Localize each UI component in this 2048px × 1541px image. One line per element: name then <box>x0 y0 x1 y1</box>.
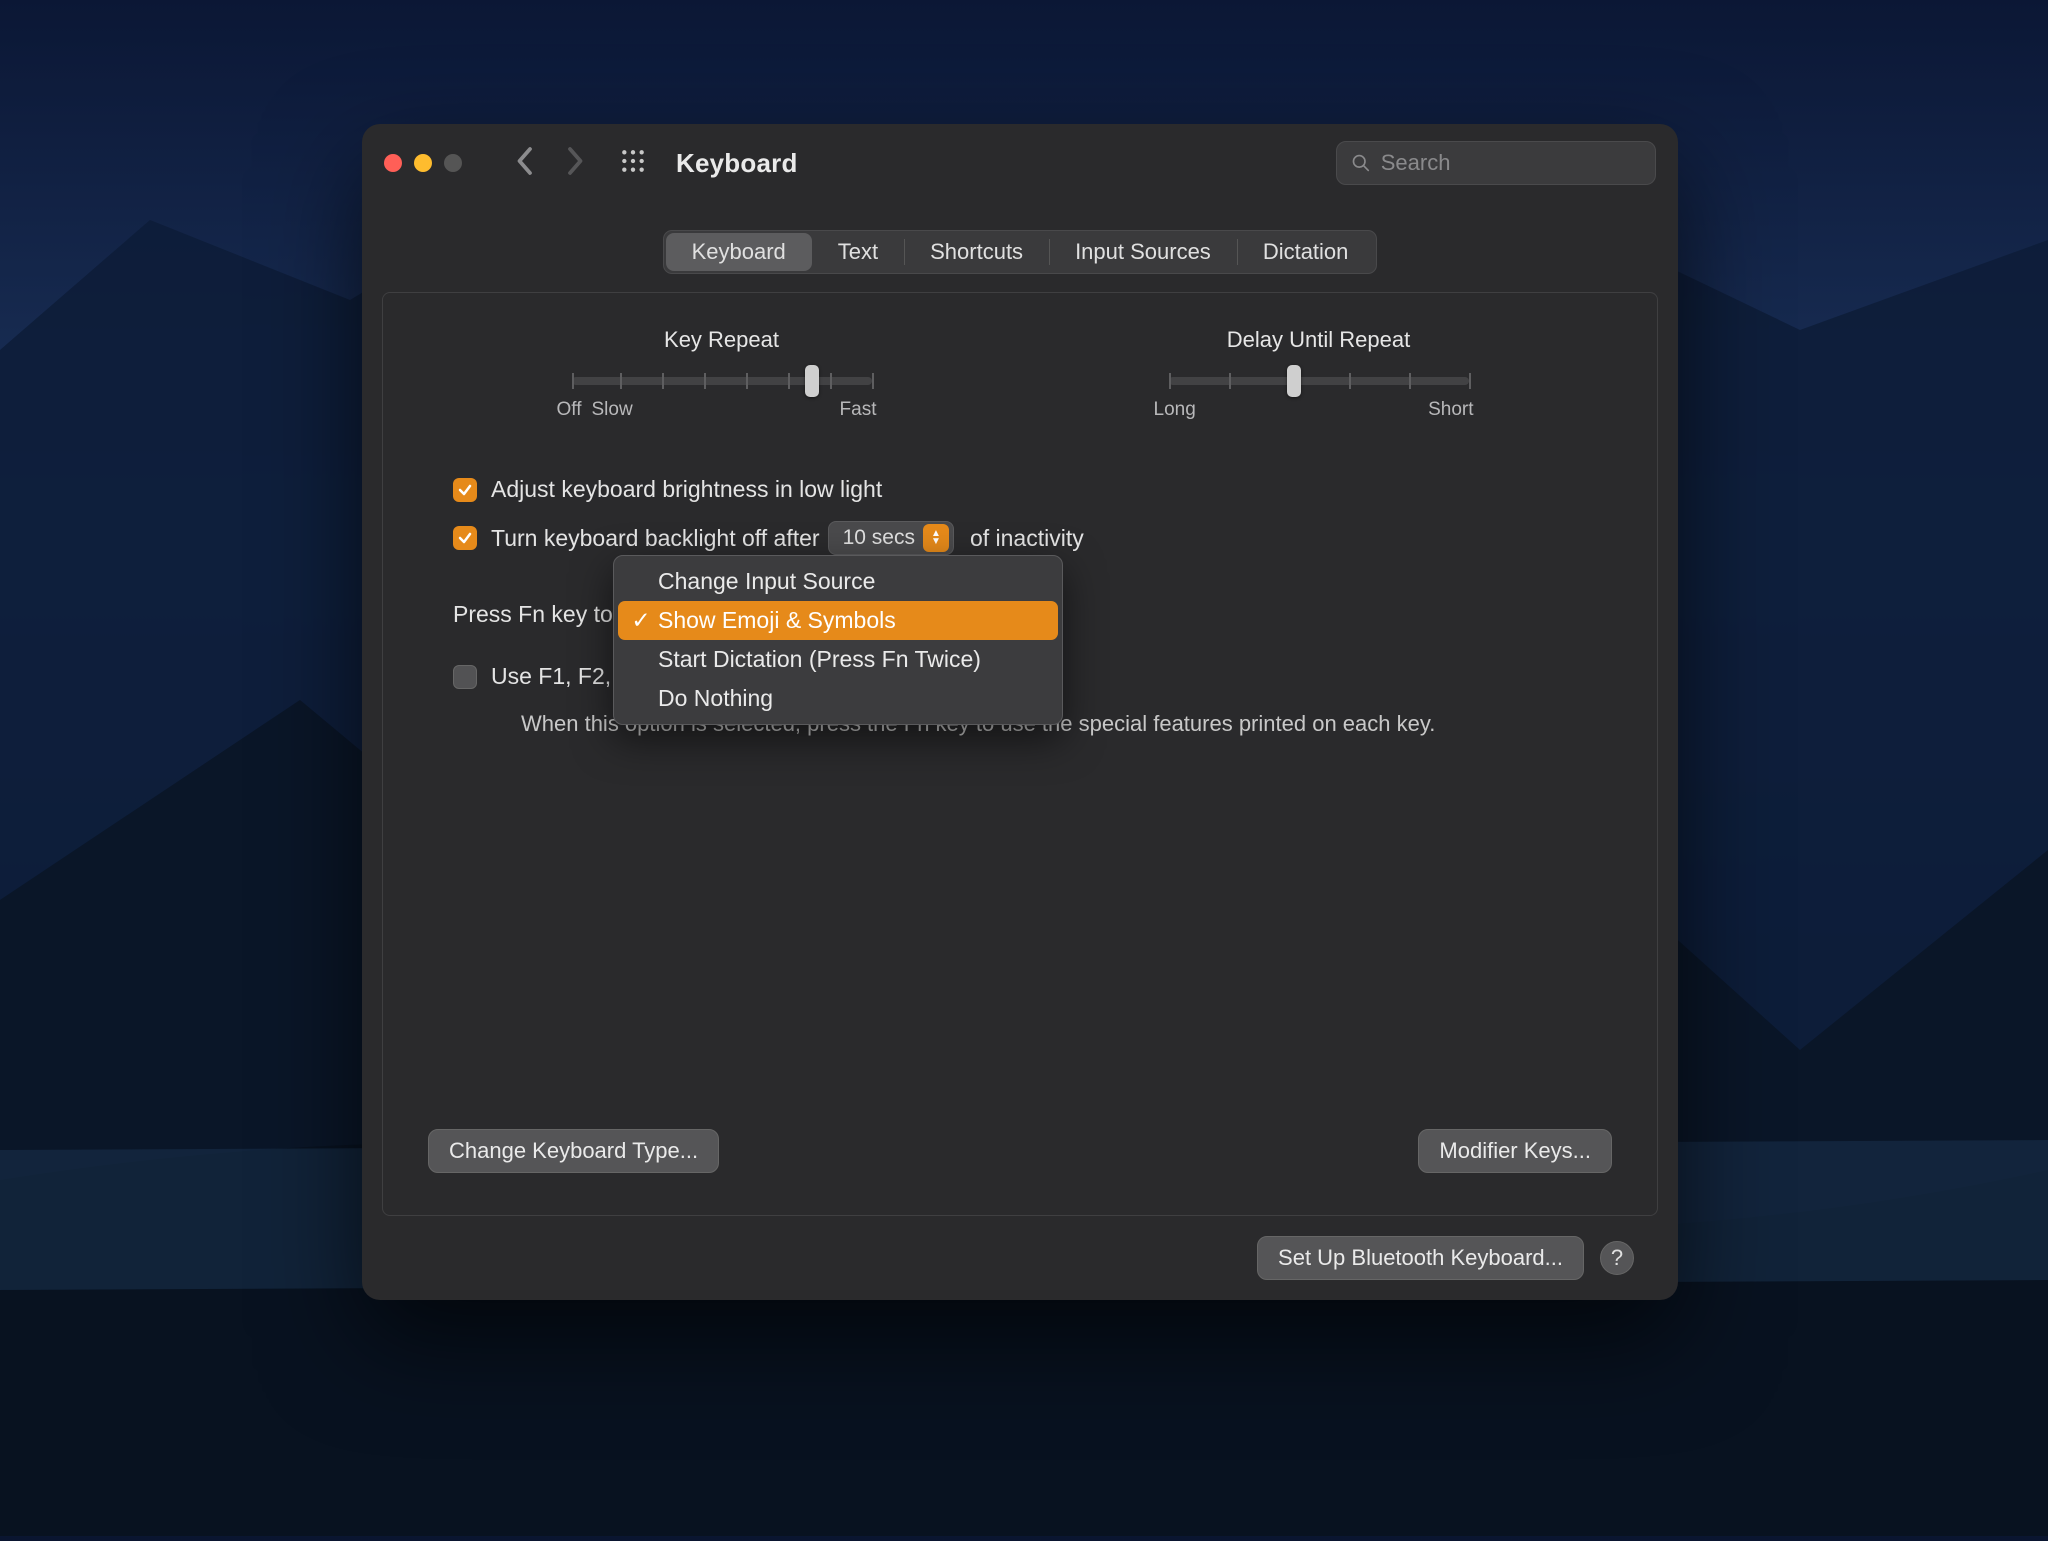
key-repeat-label: Key Repeat <box>567 327 877 353</box>
preferences-window: Keyboard Keyboard Text Shortcuts Input S… <box>362 124 1678 1300</box>
tab-dictation[interactable]: Dictation <box>1237 233 1375 271</box>
fn-option-show-emoji[interactable]: ✓Show Emoji & Symbols <box>618 601 1058 640</box>
slider-caption-long: Long <box>1154 399 1196 421</box>
fn-option-start-dictation[interactable]: Start Dictation (Press Fn Twice) <box>618 640 1058 679</box>
fn-key-dropdown: Change Input Source ✓Show Emoji & Symbol… <box>613 555 1063 725</box>
key-repeat-slider[interactable] <box>572 377 872 385</box>
help-button[interactable]: ? <box>1600 1241 1634 1275</box>
change-keyboard-type-button[interactable]: Change Keyboard Type... <box>428 1129 719 1173</box>
slider-caption-slow: Slow <box>592 399 633 421</box>
fn-option-change-input-source[interactable]: Change Input Source <box>618 562 1058 601</box>
backlight-off-label-post: of inactivity <box>970 525 1084 552</box>
fn-key-label: Press Fn key to <box>453 601 613 628</box>
backlight-off-checkbox[interactable] <box>453 526 477 550</box>
window-title: Keyboard <box>676 148 798 179</box>
keyboard-panel: Key Repeat Off Slow Fast Delay Until Repe… <box>382 292 1658 1216</box>
delay-until-repeat-slider[interactable] <box>1169 377 1469 385</box>
back-button[interactable] <box>514 146 534 181</box>
zoom-window-button[interactable] <box>444 154 462 172</box>
forward-button[interactable] <box>566 146 586 181</box>
setup-bluetooth-keyboard-button[interactable]: Set Up Bluetooth Keyboard... <box>1257 1236 1584 1280</box>
search-field[interactable] <box>1336 141 1656 185</box>
backlight-off-label-pre: Turn keyboard backlight off after <box>491 525 820 552</box>
titlebar: Keyboard <box>362 124 1678 202</box>
adjust-brightness-checkbox[interactable] <box>453 478 477 502</box>
stepper-icon: ▲▼ <box>923 524 949 552</box>
tab-text[interactable]: Text <box>812 233 904 271</box>
slider-caption-short: Short <box>1428 399 1473 421</box>
tab-shortcuts[interactable]: Shortcuts <box>904 233 1049 271</box>
close-window-button[interactable] <box>384 154 402 172</box>
slider-caption-off: Off <box>557 399 582 421</box>
modifier-keys-button[interactable]: Modifier Keys... <box>1418 1129 1612 1173</box>
fn-option-do-nothing[interactable]: Do Nothing <box>618 679 1058 718</box>
backlight-duration-select[interactable]: 10 secs ▲▼ <box>828 521 954 555</box>
delay-until-repeat-label: Delay Until Repeat <box>1164 327 1474 353</box>
search-icon <box>1351 152 1371 174</box>
search-input[interactable] <box>1381 150 1641 176</box>
minimize-window-button[interactable] <box>414 154 432 172</box>
tab-keyboard[interactable]: Keyboard <box>666 233 812 271</box>
slider-caption-fast: Fast <box>840 399 877 421</box>
tab-input-sources[interactable]: Input Sources <box>1049 233 1237 271</box>
show-all-icon[interactable] <box>620 148 646 179</box>
tab-bar: Keyboard Text Shortcuts Input Sources Di… <box>663 230 1378 274</box>
standard-fn-checkbox[interactable] <box>453 665 477 689</box>
traffic-lights <box>384 154 462 172</box>
adjust-brightness-label: Adjust keyboard brightness in low light <box>491 476 882 503</box>
